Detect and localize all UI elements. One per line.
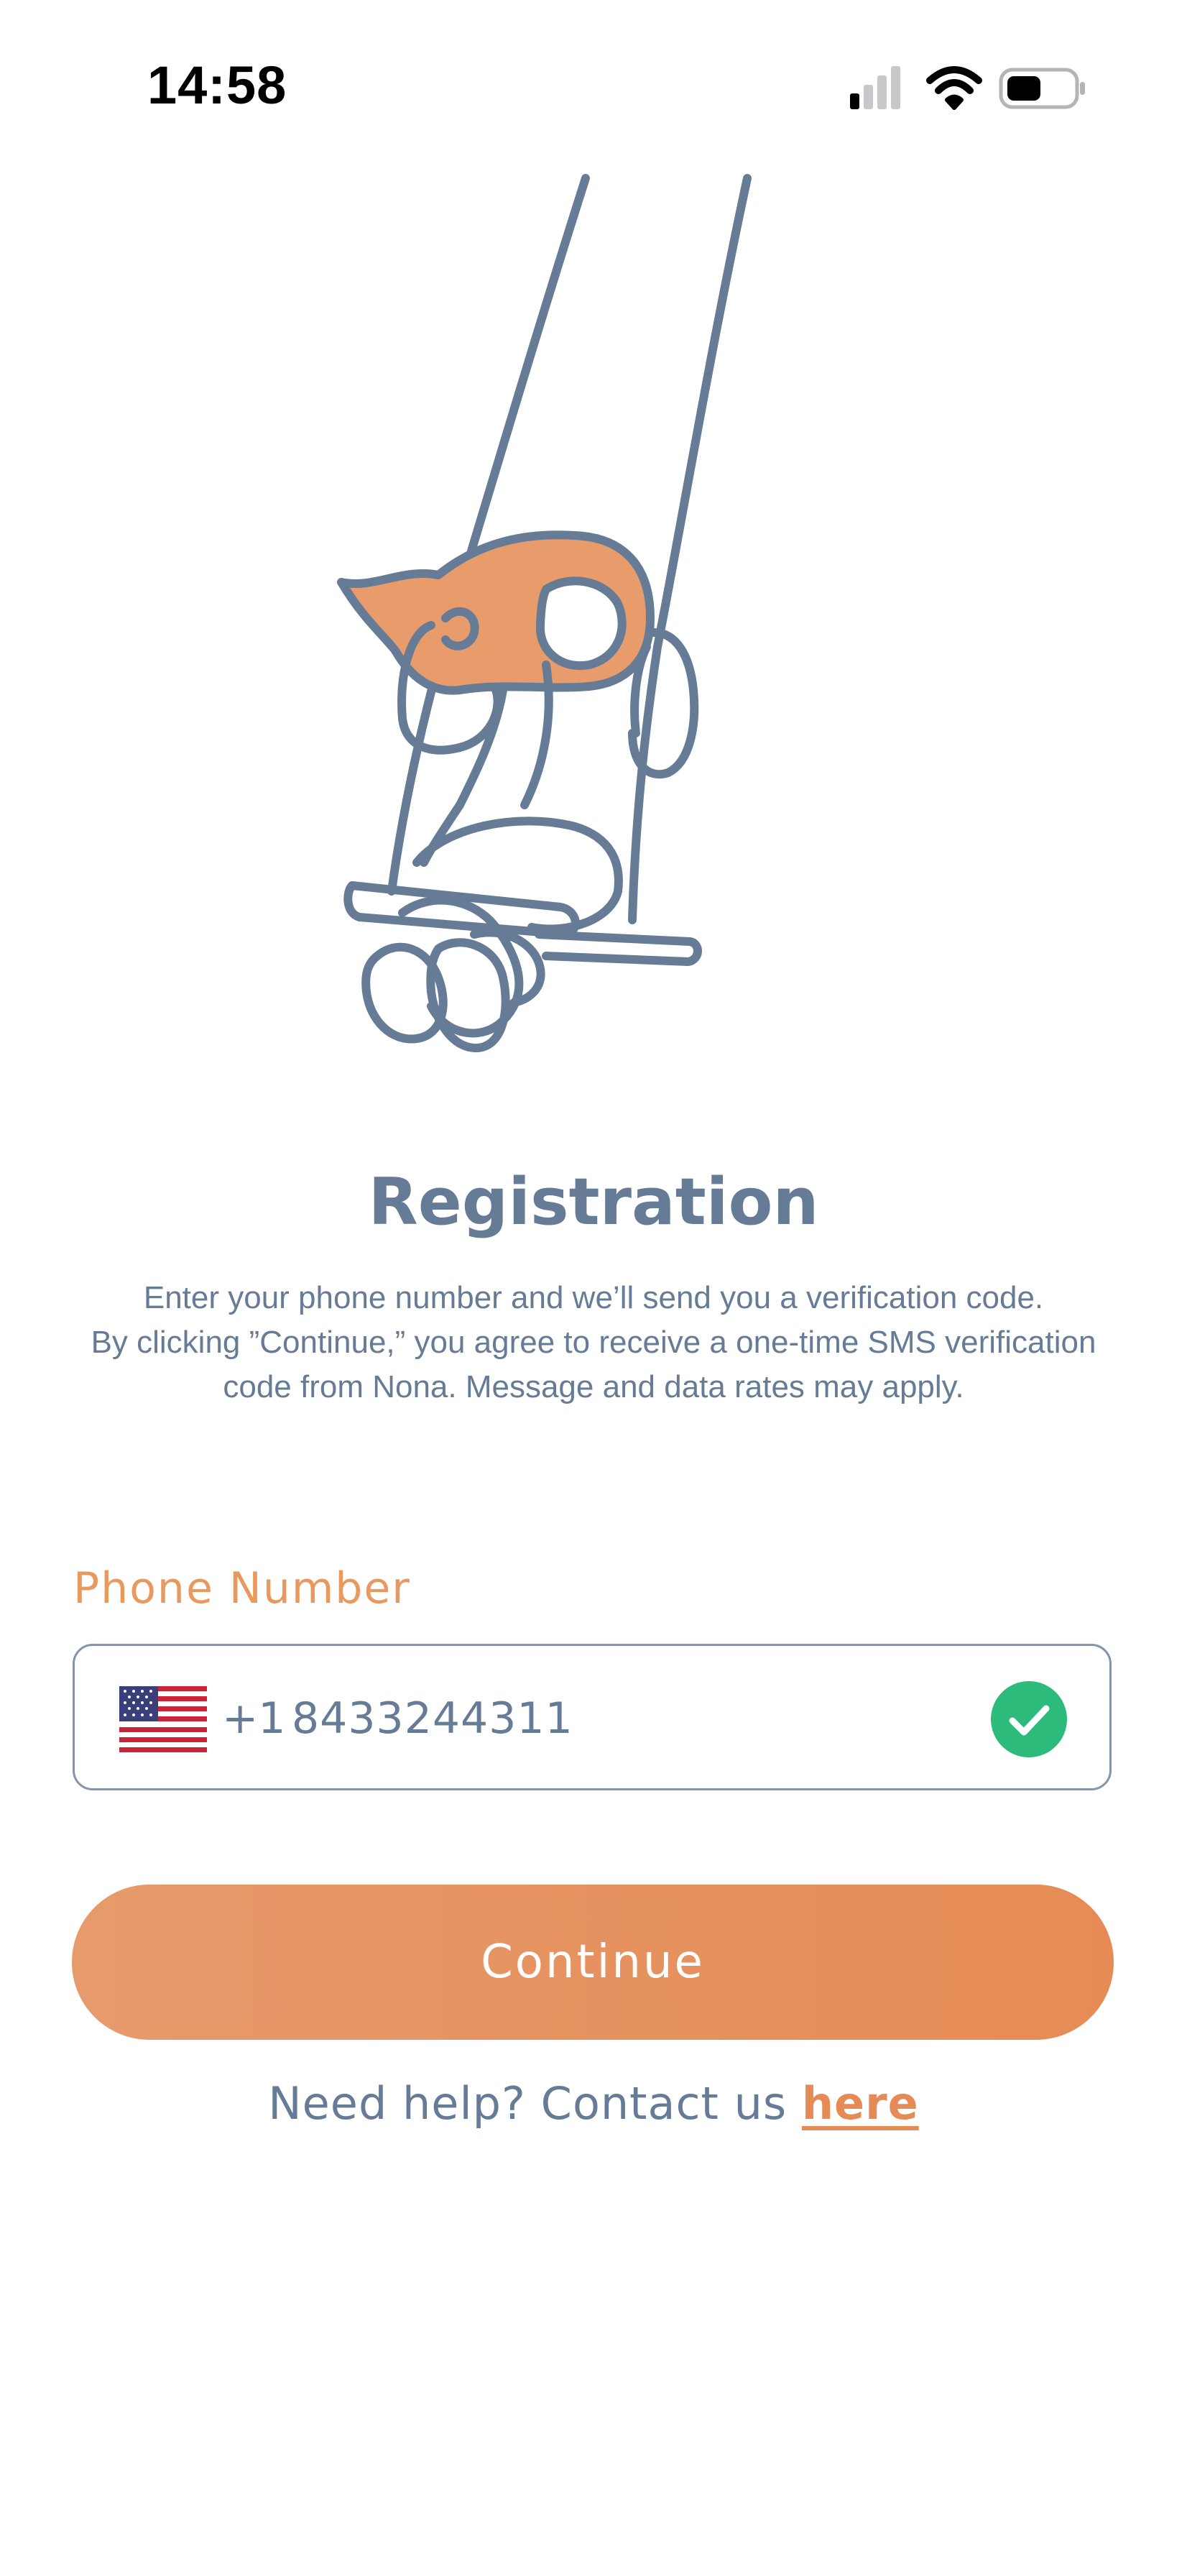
continue-button[interactable]: Continue (72, 1885, 1114, 2040)
girl-on-swing-illustration (337, 174, 752, 1053)
description-line: Enter your phone number and we’ll send y… (143, 1280, 1044, 1315)
status-icons (848, 63, 1092, 114)
phone-number-label: Phone Number (73, 1563, 411, 1614)
battery-icon (999, 68, 1085, 109)
us-flag-icon[interactable] (119, 1686, 207, 1752)
check-circle-icon (991, 1681, 1067, 1757)
description-line: code from Nona. Message and data rates m… (223, 1369, 964, 1404)
dial-code[interactable]: +1 (222, 1693, 285, 1744)
wifi-icon (926, 66, 982, 110)
cellular-signal-icon (850, 66, 900, 109)
help-link[interactable]: here (802, 2077, 919, 2130)
help-text: Need help? Contact us (268, 2077, 802, 2130)
registration-description: Enter your phone number and we’ll send y… (0, 1276, 1187, 1409)
status-bar: 14:58 (0, 0, 1187, 172)
description-line: By clicking ”Continue,” you agree to rec… (91, 1325, 1096, 1360)
phone-number-field[interactable]: +1 8433244311 (73, 1644, 1112, 1790)
status-time: 14:58 (147, 55, 287, 115)
help-line: Need help? Contact us here (0, 2077, 1187, 2130)
phone-number-input[interactable]: 8433244311 (292, 1693, 573, 1744)
page-title: Registration (368, 1164, 819, 1240)
